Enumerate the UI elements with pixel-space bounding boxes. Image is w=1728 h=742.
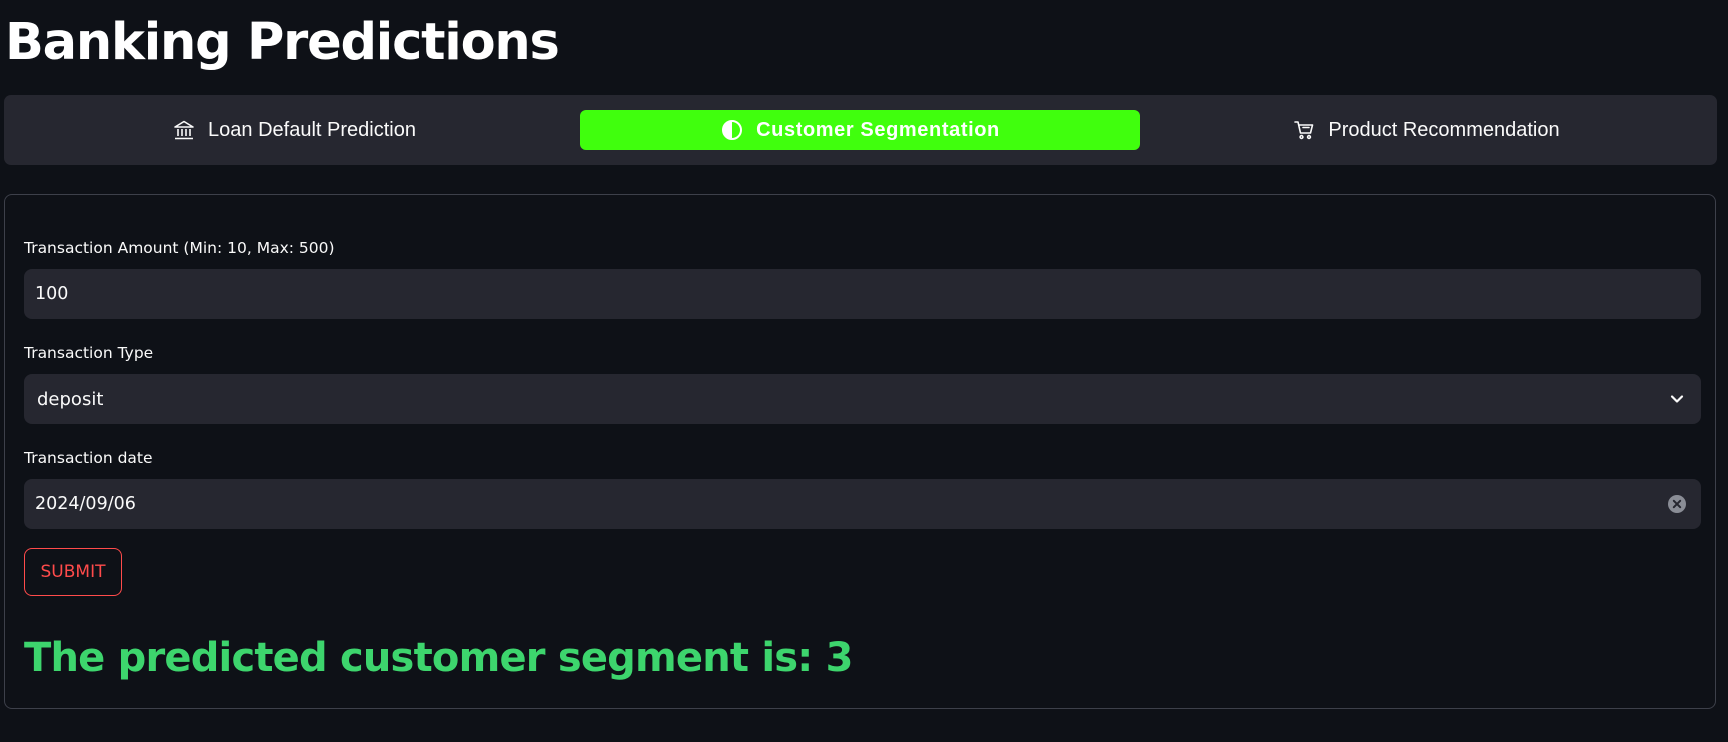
tab-customer-segmentation[interactable]: Customer Segmentation xyxy=(580,110,1140,150)
nav-menu: Loan Default Prediction Customer Segment… xyxy=(4,95,1717,165)
transaction-date-input[interactable]: 2024/09/06 xyxy=(24,479,1701,529)
tab-loan-default-prediction[interactable]: Loan Default Prediction xyxy=(14,110,574,150)
prediction-result: The predicted customer segment is: 3 xyxy=(24,635,853,681)
transaction-date-value: 2024/09/06 xyxy=(35,494,136,514)
tab-label: Customer Segmentation xyxy=(756,118,1000,141)
bank-icon xyxy=(172,118,196,142)
transaction-amount-input[interactable]: 100 xyxy=(24,269,1701,319)
page-title: Banking Predictions xyxy=(5,13,560,72)
tab-label: Product Recommendation xyxy=(1328,118,1560,141)
transaction-amount-value: 100 xyxy=(35,284,69,304)
transaction-type-value: deposit xyxy=(37,388,104,410)
segmentation-form: Transaction Amount (Min: 10, Max: 500) 1… xyxy=(4,194,1716,709)
transaction-type-label: Transaction Type xyxy=(24,344,154,362)
submit-button[interactable]: SUBMIT xyxy=(24,548,122,596)
tab-product-recommendation[interactable]: Product Recommendation xyxy=(1146,110,1706,150)
transaction-type-select[interactable]: deposit xyxy=(24,374,1701,424)
chevron-down-icon xyxy=(1669,391,1685,407)
transaction-amount-label: Transaction Amount (Min: 10, Max: 500) xyxy=(24,239,335,257)
contrast-circle-icon xyxy=(720,118,744,142)
cart-icon xyxy=(1292,118,1316,142)
tab-label: Loan Default Prediction xyxy=(208,118,416,141)
clear-icon[interactable] xyxy=(1667,494,1687,514)
transaction-date-label: Transaction date xyxy=(24,449,153,467)
